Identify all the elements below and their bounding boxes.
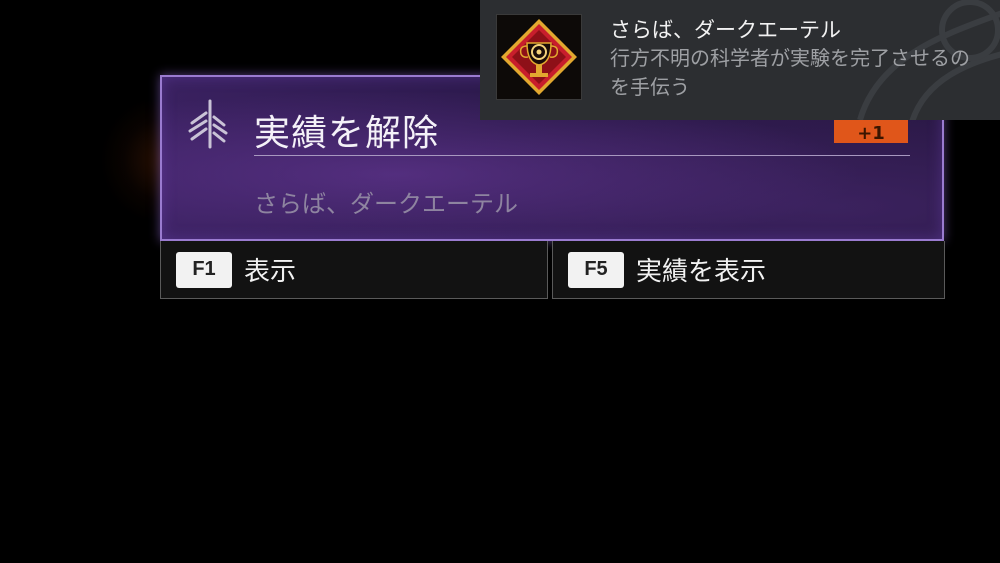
view-achievements-label: 実績を表示 [636,257,767,287]
trophy-diamond-icon [501,19,577,95]
f5-keycap: F5 [568,251,624,288]
show-button[interactable]: F1 表示 [160,241,548,299]
f1-keycap: F1 [176,251,232,288]
view-achievements-button[interactable]: F5 実績を表示 [552,241,945,299]
achievement-name: さらば、ダークエーテル [254,190,518,218]
toast-description: 行方不明の科学者が実験を完了させるのを手伝う [610,46,970,99]
toast-icon-frame [496,14,582,100]
heading-divider [254,155,910,156]
toast-title: さらば、ダークエーテル [610,18,841,42]
achievement-heading: 実績を解除 [254,113,440,154]
achievement-toast[interactable]: さらば、ダークエーテル 行方不明の科学者が実験を完了させるのを手伝う [480,0,1000,120]
count-badge: +1 [834,117,908,143]
wing-emblem-icon [188,99,228,149]
game-screen: 実績を解除 さらば、ダークエーテル +1 F1 表示 F5 実績を表示 さらば、… [0,0,1000,563]
show-label: 表示 [244,257,297,287]
